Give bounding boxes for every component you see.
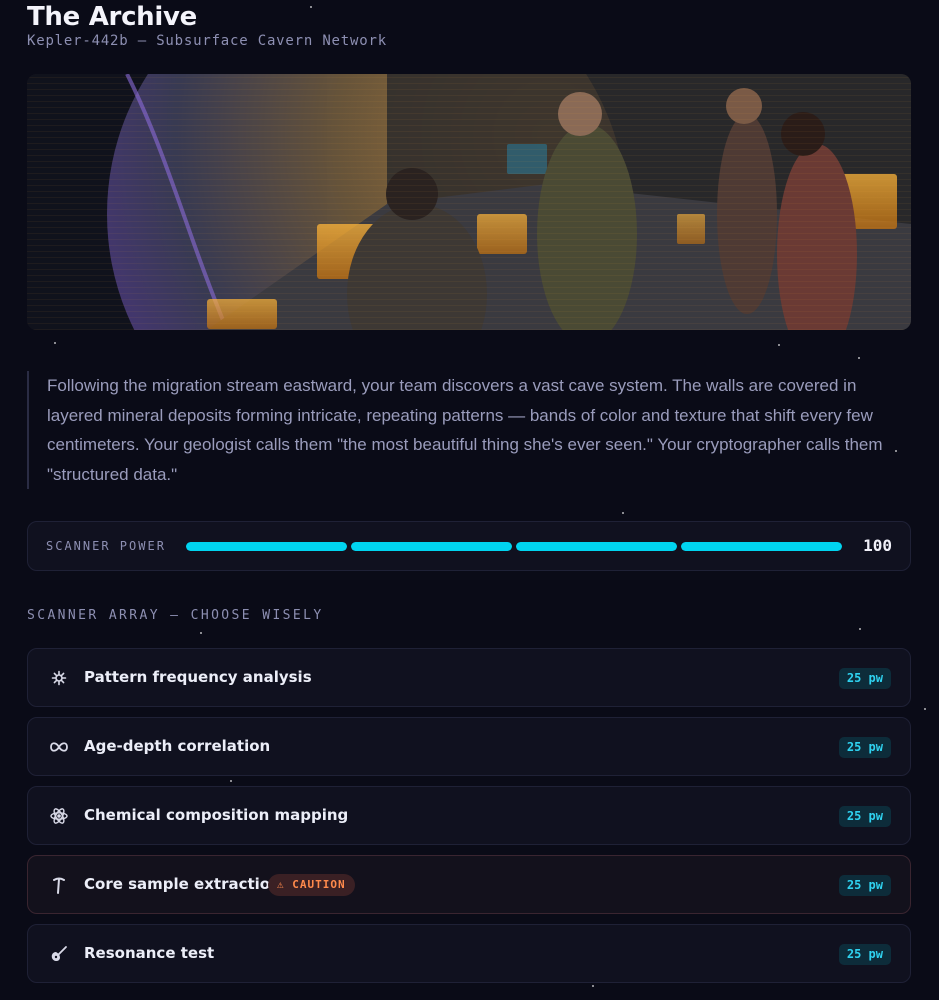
sparkle-gear-icon [48,667,70,689]
caution-badge: ⚠ CAUTION [268,874,355,896]
infinity-icon [48,736,70,758]
option-core-sample-extraction[interactable]: Core sample extraction ⚠ CAUTION 25 pw [27,855,911,914]
power-segment [186,542,347,551]
cost-badge: 25 pw [838,944,891,965]
option-label: Chemical composition mapping [84,806,349,824]
cost-badge: 25 pw [838,806,891,827]
power-segment [681,542,842,551]
page-title: The Archive [27,2,197,32]
option-label: Core sample extraction [84,875,281,893]
guitar-icon [48,943,70,965]
location-subtitle: Kepler-442b — Subsurface Cavern Network [27,33,387,49]
scanner-options-list: Pattern frequency analysis 25 pw Age-dep… [27,648,911,993]
scanner-array-heading: SCANNER ARRAY — CHOOSE WISELY [27,608,324,623]
cost-badge: 25 pw [838,875,891,896]
cost-badge: 25 pw [838,737,891,758]
option-label: Age-depth correlation [84,737,271,755]
scanner-power-meter: SCANNER POWER 100 [27,521,911,571]
option-age-depth-correlation[interactable]: Age-depth correlation 25 pw [27,717,911,776]
option-label: Pattern frequency analysis [84,668,312,686]
option-chemical-composition-mapping[interactable]: Chemical composition mapping 25 pw [27,786,911,845]
option-resonance-test[interactable]: Resonance test 25 pw [27,924,911,983]
scanner-power-label: SCANNER POWER [46,539,166,553]
scanner-power-bar [186,542,842,551]
scene-illustration [27,74,911,330]
scanner-power-value: 100 [863,536,892,555]
option-pattern-frequency-analysis[interactable]: Pattern frequency analysis 25 pw [27,648,911,707]
pickaxe-icon [48,874,70,896]
power-segment [351,542,512,551]
story-text: Following the migration stream eastward,… [27,371,911,489]
atom-icon [48,805,70,827]
option-label: Resonance test [84,944,215,962]
power-segment [516,542,677,551]
cost-badge: 25 pw [838,668,891,689]
